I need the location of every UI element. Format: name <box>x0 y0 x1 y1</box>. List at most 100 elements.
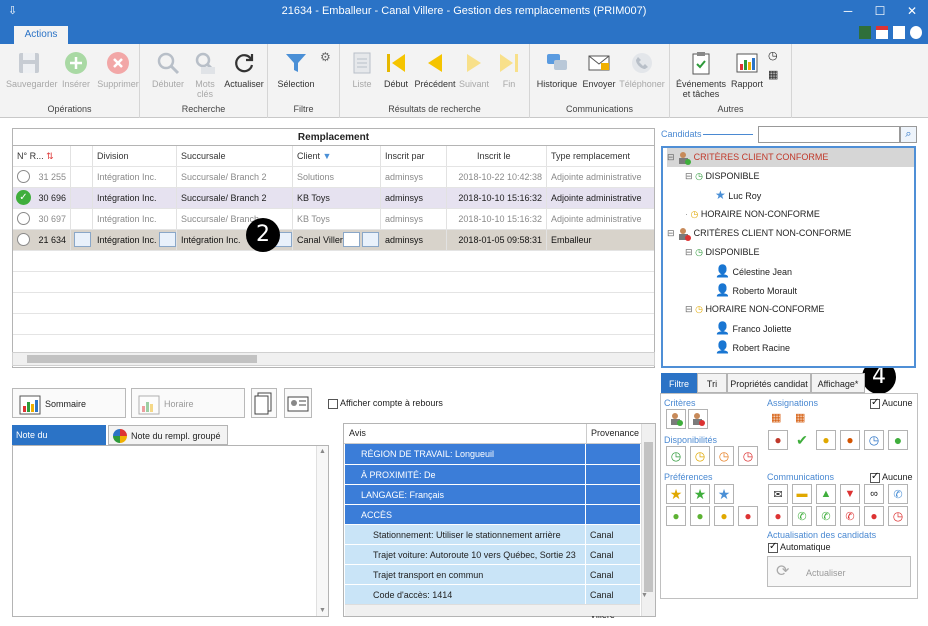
tab-actions[interactable]: Actions <box>14 26 68 44</box>
tab-affichage[interactable]: Affichage* <box>811 373 865 393</box>
tree-node-candidate[interactable]: 👤 Robert Racine <box>715 338 790 357</box>
avis-row[interactable]: RÉGION DE TRAVAIL: Longueuil <box>345 444 640 464</box>
assign-person-icon[interactable]: ● <box>768 430 788 450</box>
countdown-toggle[interactable]: Afficher compte à rebours <box>328 398 443 409</box>
note-scrollbar[interactable]: ▲ ▼ <box>316 446 328 616</box>
row-radio[interactable] <box>17 170 30 183</box>
dispo-green-clock-icon[interactable]: ◷ <box>666 446 686 466</box>
save-button[interactable]: Sauvegarder <box>6 49 58 89</box>
col-header-num[interactable]: N° R... ⇅ <box>13 146 71 166</box>
candidats-search-input[interactable] <box>758 126 900 143</box>
avis-row[interactable]: Stationnement: Utiliser le stationnement… <box>345 524 640 560</box>
document-button[interactable] <box>251 388 277 418</box>
avis-row[interactable]: LANGAGE: Français <box>345 484 640 505</box>
print-icon[interactable] <box>893 26 905 39</box>
avis-hscrollbar[interactable] <box>345 604 640 616</box>
row-radio[interactable] <box>17 233 30 246</box>
assignations-aucune[interactable]: Aucune <box>870 397 913 409</box>
col-header-division[interactable]: Division <box>93 146 177 166</box>
comm-clock-red-icon[interactable]: ◷ <box>888 506 908 526</box>
phone-button[interactable]: Téléphoner <box>616 49 668 89</box>
clock-icon[interactable]: ◷ <box>768 49 778 62</box>
avis-scrollbar[interactable] <box>641 424 655 616</box>
report-button[interactable]: Rapport <box>728 49 766 89</box>
assign-search-icon[interactable]: ◷ <box>864 430 884 450</box>
horaire-button[interactable]: Horaire <box>131 388 245 418</box>
avis-row[interactable]: Trajet voiture: Autoroute 10 vers Québec… <box>345 544 640 580</box>
tree-node-critere-conforme[interactable]: ⊟ CRITÈRES CLIENT CONFORME <box>667 148 914 167</box>
assign-person-red-icon[interactable]: ● <box>840 430 860 450</box>
tree-node-horaire-non-conforme[interactable]: · ◷ HORAIRE NON-CONFORME <box>685 205 820 224</box>
comm-missed-call-icon[interactable]: ● <box>864 506 884 526</box>
check-icon[interactable]: ✓ <box>16 190 31 205</box>
avis-row[interactable]: Code d'accès: 1414 Canal Villere <box>345 584 640 620</box>
col-header-inscrit-par[interactable]: Inscrit par <box>381 146 447 166</box>
next-button[interactable]: Suivant <box>456 49 492 89</box>
comm-thumbs-up-icon[interactable]: ▲ <box>816 484 836 504</box>
comm-sad-icon[interactable]: ● <box>768 506 788 526</box>
selection-button[interactable]: Sélection <box>274 49 318 89</box>
insert-button[interactable]: Insérer <box>60 49 92 89</box>
tree-node-candidate[interactable]: 👤 Franco Joliette <box>715 319 792 338</box>
calendar-alert-icon[interactable]: ▦ <box>795 411 805 424</box>
table-row-selected[interactable]: 21 634 Intégration Inc. Intégration Inc.… <box>13 230 654 250</box>
pref-blue-star-icon[interactable]: ★ <box>714 484 734 504</box>
client-detail-icon[interactable] <box>362 232 379 247</box>
id-card-button[interactable] <box>284 388 312 418</box>
comm-mail-icon[interactable]: ✉ <box>768 484 788 504</box>
previous-button[interactable]: Précédent <box>414 49 456 89</box>
comm-phone-icon[interactable]: ✆ <box>888 484 908 504</box>
col-header-inscrit-le[interactable]: Inscrit le <box>447 146 547 166</box>
pref-yellow-person-icon[interactable]: ● <box>714 506 734 526</box>
report-settings-icon[interactable]: ▦ <box>768 68 778 81</box>
tree-node-candidate[interactable]: ★ Luc Roy <box>715 186 761 205</box>
comm-voicemail-icon[interactable]: ∞ <box>864 484 884 504</box>
avis-section-row[interactable]: ACCÈS <box>345 504 640 525</box>
avis-scroll-thumb[interactable] <box>644 442 653 592</box>
row-radio[interactable] <box>17 212 30 225</box>
delete-button[interactable]: Supprimer <box>96 49 140 89</box>
tree-node-horaire-non-conforme[interactable]: ⊟ ◷ HORAIRE NON-CONFORME <box>685 300 824 319</box>
maximize-button[interactable]: ☐ <box>864 0 896 24</box>
calendar-x-icon[interactable]: ▦ <box>771 411 781 424</box>
close-button[interactable]: ✕ <box>896 0 928 24</box>
gear-icon[interactable]: ⚙ <box>320 50 331 64</box>
comm-call-red-icon[interactable]: ✆ <box>840 506 860 526</box>
avis-row[interactable]: Trajet transport en commun Canal Villere <box>345 564 640 600</box>
tab-filtre[interactable]: Filtre <box>661 373 697 393</box>
scroll-thumb[interactable] <box>27 355 257 363</box>
tree-node-disponible[interactable]: ⊟ ◷ DISPONIBLE <box>685 243 759 262</box>
pref-yellow-star-icon[interactable]: ★ <box>666 484 686 504</box>
comm-call-green-icon[interactable]: ✆ <box>792 506 812 526</box>
pref-green-star-icon[interactable]: ★ <box>690 484 710 504</box>
table-row[interactable]: 30 696 ✓ Intégration Inc. Succursale/ Br… <box>13 188 654 208</box>
col-header-type[interactable]: Type remplacement <box>547 146 654 166</box>
events-tasks-button[interactable]: Événements et tâches <box>674 49 728 99</box>
table-row[interactable]: 30 697 Intégration Inc. Succursale/ Bran… <box>13 209 654 229</box>
col-header-succursale[interactable]: Succursale <box>177 146 293 166</box>
client-contact-icon[interactable] <box>343 232 360 247</box>
division-detail-icon[interactable] <box>159 232 176 247</box>
calendar-icon[interactable] <box>876 26 888 39</box>
automatique-toggle[interactable]: Automatique <box>768 541 831 553</box>
tab-note-remplacement[interactable]: Note du remplacement <box>12 425 106 460</box>
criteria-ok-icon[interactable] <box>666 409 686 429</box>
tab-proprietes[interactable]: Propriétés candidat <box>727 373 811 393</box>
tree-node-disponible[interactable]: ⊟ ◷ DISPONIBLE <box>685 167 759 186</box>
avis-row[interactable]: À PROXIMITÉ: De <box>345 464 640 485</box>
pref-heart-person-icon[interactable]: ● <box>666 506 686 526</box>
table-row[interactable]: 31 255 Intégration Inc. Succursale/ Bran… <box>13 167 654 187</box>
tab-note-groupe[interactable]: Note du rempl. groupé <box>108 425 228 445</box>
tab-tri[interactable]: Tri <box>697 373 727 393</box>
comm-call-ok-icon[interactable]: ✆ <box>816 506 836 526</box>
actualiser-button[interactable]: ⟳ Actualiser <box>767 556 911 587</box>
sommaire-button[interactable]: Sommaire <box>12 388 126 418</box>
send-button[interactable]: Envoyer <box>582 49 616 89</box>
search-icon[interactable]: ⌕ <box>900 126 917 143</box>
list-button[interactable]: Liste <box>348 49 376 89</box>
horizontal-scrollbar[interactable] <box>12 352 655 366</box>
start-search-button[interactable]: Débuter <box>150 49 186 89</box>
communications-aucune[interactable]: Aucune <box>870 471 913 483</box>
calculator-icon[interactable] <box>859 26 871 39</box>
assign-green-icon[interactable]: ● <box>888 430 908 450</box>
